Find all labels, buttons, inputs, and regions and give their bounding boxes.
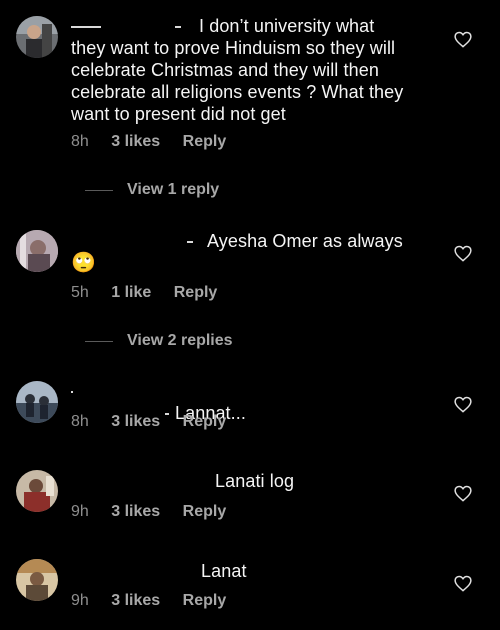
heart-outline-icon[interactable] xyxy=(454,485,472,502)
comment-first-line: Lanati log xyxy=(215,471,295,491)
reply-button[interactable]: Reply xyxy=(183,133,227,150)
avatar[interactable] xyxy=(16,559,58,601)
reply-button[interactable]: Reply xyxy=(183,413,227,430)
likes-count[interactable]: 3 likes xyxy=(111,503,160,520)
face-rolling-eyes-emoji: 🙄 xyxy=(71,252,96,274)
reply-button[interactable]: Reply xyxy=(183,503,227,520)
comment-text: I don’t university what they want to pro… xyxy=(71,15,441,125)
comment-meta: 9h 3 likes Reply xyxy=(71,592,244,610)
divider-line xyxy=(85,340,113,342)
likes-count[interactable]: 1 like xyxy=(111,284,151,301)
comment-time: 5h xyxy=(71,284,89,301)
comment-first-line: I don’t university what xyxy=(199,16,375,36)
redacted-username xyxy=(71,15,199,37)
comment-time: 8h xyxy=(71,413,89,430)
user-avatar-icon xyxy=(16,230,58,272)
heart-outline-icon[interactable] xyxy=(454,396,472,413)
user-avatar-icon xyxy=(16,470,58,512)
avatar[interactable] xyxy=(16,381,58,423)
heart-outline-icon[interactable] xyxy=(454,31,472,48)
comment-time: 8h xyxy=(71,133,89,150)
comment-text: Lanat xyxy=(201,560,401,582)
comments-list: I don’t university what they want to pro… xyxy=(0,0,500,630)
likes-count[interactable]: 3 likes xyxy=(111,413,160,430)
user-avatar-icon xyxy=(16,559,58,601)
view-replies-label: View 2 replies xyxy=(127,332,233,349)
heart-outline-icon[interactable] xyxy=(454,245,472,262)
avatar[interactable] xyxy=(16,16,58,58)
comment-text: Ayesha Omer as always xyxy=(71,230,441,252)
comment-first-line: Lanat xyxy=(201,561,247,581)
likes-count[interactable]: 3 likes xyxy=(111,133,160,150)
comment-body: they want to prove Hinduism so they will… xyxy=(71,38,404,124)
comment-meta: 8h 3 likes Reply xyxy=(71,133,244,151)
comment-time: 9h xyxy=(71,503,89,520)
comment-meta: 8h 3 likes Reply xyxy=(71,413,244,431)
view-replies-label: View 1 reply xyxy=(127,181,220,198)
divider-line xyxy=(85,189,113,191)
comment-time: 9h xyxy=(71,592,89,609)
comment-meta: 5h 1 like Reply xyxy=(71,284,235,302)
avatar[interactable] xyxy=(16,470,58,512)
comment-meta: 9h 3 likes Reply xyxy=(71,503,244,521)
redacted-username xyxy=(71,230,207,252)
user-avatar-icon xyxy=(16,16,58,58)
user-avatar-icon xyxy=(16,381,58,423)
avatar[interactable] xyxy=(16,230,58,272)
heart-outline-icon[interactable] xyxy=(454,575,472,592)
likes-count[interactable]: 3 likes xyxy=(111,592,160,609)
reply-button[interactable]: Reply xyxy=(174,284,218,301)
comment-first-line: Ayesha Omer as always xyxy=(207,231,403,251)
reply-button[interactable]: Reply xyxy=(183,592,227,609)
view-replies-button[interactable]: View 2 replies xyxy=(85,332,233,350)
comment-text: Lanati log xyxy=(215,470,415,492)
view-replies-button[interactable]: View 1 reply xyxy=(85,181,219,199)
